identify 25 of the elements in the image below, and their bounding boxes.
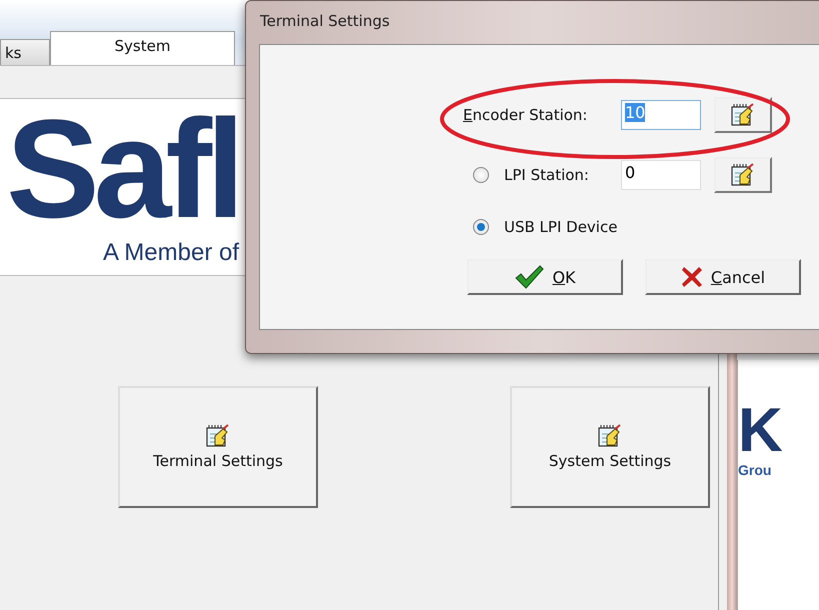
logo-tagline: Grou (738, 462, 772, 478)
ok-button[interactable]: OK (467, 259, 623, 295)
cancel-button[interactable]: Cancel (645, 259, 801, 295)
checkmark-icon (514, 265, 544, 289)
radio-label: LPI Station: (504, 166, 590, 184)
settings-button[interactable]: System Settings (510, 386, 710, 508)
field-label: Encoder Station: (463, 106, 588, 124)
close-icon (680, 266, 703, 288)
picker-button[interactable] (714, 97, 772, 133)
logo-tagline: A Member of (102, 239, 239, 267)
notepad-icon (730, 103, 756, 127)
picker-button[interactable] (714, 157, 772, 193)
input-field[interactable]: 0 (621, 160, 701, 190)
radio-button[interactable] (473, 167, 489, 183)
notepad-icon (205, 424, 231, 448)
logo-wordmark: Safl (6, 99, 239, 239)
window-title: Terminal Settings (259, 11, 391, 32)
notepad-icon (730, 163, 756, 187)
tab[interactable]: System (50, 31, 235, 65)
logo-wordmark: K (738, 400, 784, 462)
settings-button[interactable]: Terminal Settings (118, 386, 318, 508)
radio-button[interactable] (473, 219, 489, 235)
notepad-icon (597, 424, 623, 448)
radio-label: USB LPI Device (504, 218, 618, 236)
tab[interactable]: ks (0, 39, 50, 65)
